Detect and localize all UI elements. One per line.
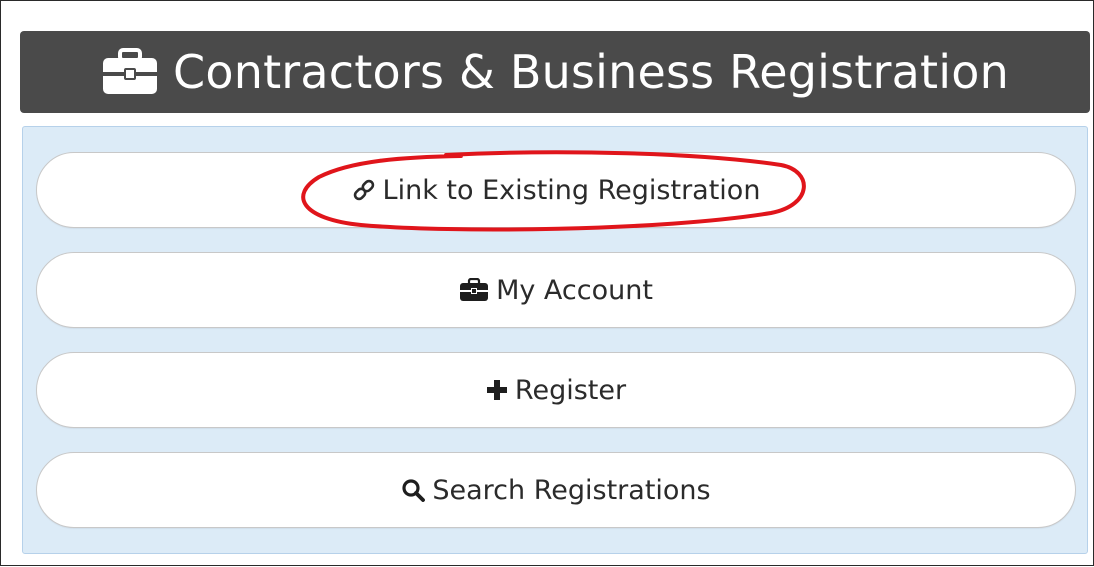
briefcase-icon: [459, 278, 489, 302]
menu-panel: Link to Existing Registration My Account: [22, 126, 1088, 554]
search-registrations-button[interactable]: Search Registrations: [36, 452, 1076, 528]
link-icon: [352, 178, 376, 202]
search-icon: [401, 478, 426, 502]
register-button[interactable]: Register: [36, 352, 1076, 428]
my-account-button[interactable]: My Account: [36, 252, 1076, 328]
page-title: Contractors & Business Registration: [173, 45, 1009, 99]
link-existing-registration-button[interactable]: Link to Existing Registration: [36, 152, 1076, 228]
briefcase-icon: [101, 48, 159, 96]
link-existing-registration-label: Link to Existing Registration: [382, 174, 761, 206]
my-account-label: My Account: [496, 274, 653, 306]
plus-icon: [486, 379, 508, 401]
register-label: Register: [514, 374, 627, 406]
screenshot-frame: Contractors & Business Registration Link…: [0, 0, 1094, 566]
search-registrations-label: Search Registrations: [432, 474, 711, 506]
page-header: Contractors & Business Registration: [20, 31, 1090, 113]
